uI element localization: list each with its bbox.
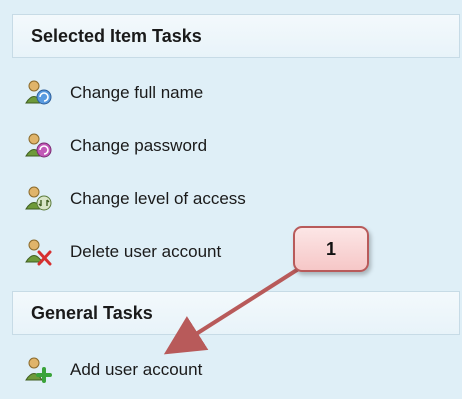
user-add-icon (24, 356, 54, 384)
task-delete-user-account[interactable]: Delete user account (24, 237, 221, 267)
user-delete-icon (24, 238, 54, 266)
selected-item-tasks-title: Selected Item Tasks (31, 25, 202, 46)
callout-number: 1 (325, 238, 336, 259)
general-tasks-header: General Tasks (12, 291, 460, 335)
selected-item-tasks-header: Selected Item Tasks (12, 14, 460, 58)
task-label: Change level of access (70, 189, 246, 208)
user-password-icon (24, 132, 54, 160)
task-label: Delete user account (70, 242, 222, 261)
task-add-user-account[interactable]: Add user account (24, 355, 202, 385)
user-access-icon (24, 185, 54, 213)
callout-badge: 1 (293, 226, 369, 272)
task-change-level-of-access[interactable]: Change level of access (24, 184, 246, 214)
task-change-full-name[interactable]: Change full name (24, 78, 203, 108)
task-label: Change full name (70, 83, 204, 102)
tasks-panel: Selected Item Tasks Change full name Cha… (0, 0, 462, 399)
task-label: Add user account (70, 360, 203, 379)
user-refresh-icon (24, 79, 54, 107)
task-label: Change password (70, 136, 208, 155)
general-tasks-title: General Tasks (31, 302, 153, 323)
task-change-password[interactable]: Change password (24, 131, 207, 161)
